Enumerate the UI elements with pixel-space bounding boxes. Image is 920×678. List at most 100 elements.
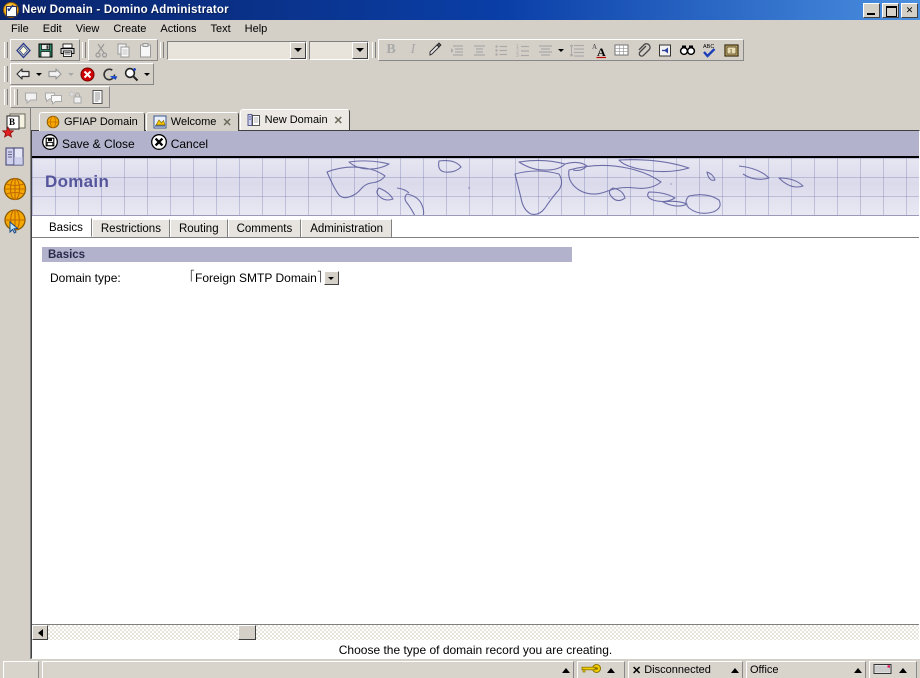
print-icon[interactable] bbox=[56, 40, 78, 60]
copy-icon[interactable] bbox=[112, 40, 134, 60]
form-banner: Domain bbox=[32, 158, 919, 216]
status-pane-key[interactable] bbox=[577, 661, 625, 678]
minimize-button[interactable] bbox=[863, 3, 880, 18]
align-icon[interactable] bbox=[534, 40, 556, 60]
back-icon[interactable] bbox=[12, 64, 34, 84]
outdent-icon[interactable] bbox=[468, 40, 490, 60]
globe-gold-icon bbox=[46, 115, 60, 129]
numbered-list-icon[interactable]: 123 bbox=[512, 40, 534, 60]
save-icon[interactable] bbox=[34, 40, 56, 60]
form-tab-comments[interactable]: Comments bbox=[228, 219, 302, 237]
text-properties-icon[interactable]: AA bbox=[588, 40, 610, 60]
table-icon[interactable] bbox=[610, 40, 632, 60]
notes-toolbar-grip[interactable] bbox=[4, 89, 8, 105]
search-dropdown-arrow[interactable] bbox=[142, 64, 152, 84]
chat-icon[interactable] bbox=[20, 87, 42, 107]
form-tab-basics[interactable]: Basics bbox=[40, 218, 92, 237]
toolbar-grip-4[interactable] bbox=[372, 42, 376, 58]
window-tab-label: Welcome bbox=[171, 116, 217, 128]
font-name-combo[interactable] bbox=[167, 41, 307, 60]
field-row-domain-type: Domain type: ⎡ Foreign SMTP Domain ⎤ bbox=[50, 271, 919, 285]
domain-select-icon[interactable] bbox=[2, 208, 28, 234]
svg-text:A: A bbox=[592, 43, 597, 51]
window-tab-close-button[interactable]: ✕ bbox=[222, 116, 231, 129]
domain-icon[interactable] bbox=[2, 176, 28, 202]
menu-item-file[interactable]: File bbox=[4, 22, 36, 36]
scroll-track[interactable] bbox=[48, 625, 919, 640]
status-pane-message[interactable] bbox=[42, 661, 574, 678]
screen-capture-icon[interactable]: 1 bbox=[720, 40, 742, 60]
font-size-combo[interactable] bbox=[309, 41, 369, 60]
menu-item-actions[interactable]: Actions bbox=[153, 22, 203, 36]
menu-item-view[interactable]: View bbox=[69, 22, 107, 36]
form-tab-restrictions[interactable]: Restrictions bbox=[92, 219, 170, 237]
discussion-icon[interactable] bbox=[42, 87, 64, 107]
domain-type-field[interactable]: ⎡ Foreign SMTP Domain ⎤ bbox=[190, 271, 339, 285]
bookmarks-icon[interactable]: B bbox=[2, 112, 28, 138]
search-icon[interactable] bbox=[120, 64, 142, 84]
maximize-button[interactable] bbox=[882, 3, 899, 18]
menu-item-edit[interactable]: Edit bbox=[36, 22, 69, 36]
forward-icon[interactable] bbox=[44, 64, 66, 84]
document-icon[interactable] bbox=[86, 87, 108, 107]
databases-icon[interactable] bbox=[2, 144, 28, 170]
save-and-close-button[interactable]: Save & Close bbox=[42, 134, 135, 153]
indent-icon[interactable] bbox=[446, 40, 468, 60]
refresh-icon[interactable] bbox=[98, 64, 120, 84]
window-tab-close-button[interactable]: ✕ bbox=[334, 114, 343, 127]
status-message-expand-arrow[interactable] bbox=[562, 668, 570, 673]
import-icon[interactable] bbox=[654, 40, 676, 60]
line-spacing-icon[interactable] bbox=[566, 40, 588, 60]
status-connection-expand-arrow[interactable] bbox=[731, 668, 739, 673]
document-blue-icon bbox=[247, 113, 261, 127]
font-name-dropdown-arrow[interactable] bbox=[290, 42, 306, 59]
scroll-left-button[interactable] bbox=[32, 625, 48, 640]
status-key-expand-arrow[interactable] bbox=[607, 668, 615, 673]
notes-inner-grip[interactable] bbox=[14, 89, 18, 105]
nav-toolbar-grip[interactable] bbox=[4, 66, 8, 82]
bullet-list-icon[interactable] bbox=[490, 40, 512, 60]
toolbar-grip[interactable] bbox=[4, 42, 8, 58]
status-location-expand-arrow[interactable] bbox=[854, 668, 862, 673]
cancel-label: Cancel bbox=[171, 137, 208, 151]
new-secure-icon[interactable] bbox=[64, 87, 86, 107]
bold-icon[interactable]: B bbox=[380, 40, 402, 60]
status-pane-empty[interactable] bbox=[3, 661, 39, 678]
spellcheck-icon[interactable]: ABC bbox=[698, 40, 720, 60]
window-tab-welcome[interactable]: Welcome ✕ bbox=[146, 112, 239, 131]
scroll-thumb[interactable] bbox=[238, 625, 256, 640]
menu-item-create[interactable]: Create bbox=[106, 22, 153, 36]
forward-dropdown-arrow[interactable] bbox=[66, 64, 76, 84]
horizontal-scrollbar[interactable] bbox=[32, 624, 919, 640]
toolbar-grip-3[interactable] bbox=[160, 42, 164, 58]
status-pane-connection[interactable]: ✕ Disconnected bbox=[628, 661, 743, 678]
toolbar-grip-2[interactable] bbox=[82, 42, 86, 58]
svg-text:1: 1 bbox=[729, 49, 732, 55]
form-tab-administration[interactable]: Administration bbox=[301, 219, 392, 237]
domain-type-dropdown-button[interactable] bbox=[324, 271, 339, 285]
menu-item-help[interactable]: Help bbox=[238, 22, 275, 36]
window-tab-gfiap-domain[interactable]: GFIAP Domain bbox=[39, 112, 145, 131]
find-icon[interactable] bbox=[676, 40, 698, 60]
status-mailbox-expand-arrow[interactable] bbox=[899, 668, 907, 673]
form-tab-routing[interactable]: Routing bbox=[170, 219, 228, 237]
italic-icon[interactable]: I bbox=[402, 40, 424, 60]
form-body: Basics Domain type: ⎡ Foreign SMTP Domai… bbox=[32, 238, 919, 624]
notes-diamond-icon[interactable] bbox=[12, 40, 34, 60]
close-button[interactable]: ✕ bbox=[901, 3, 918, 18]
highlight-icon[interactable] bbox=[424, 40, 446, 60]
back-dropdown-arrow[interactable] bbox=[34, 64, 44, 84]
font-size-dropdown-arrow[interactable] bbox=[352, 42, 368, 59]
status-pane-location[interactable]: Office bbox=[746, 661, 866, 678]
paste-icon[interactable] bbox=[134, 40, 156, 60]
cancel-button[interactable]: Cancel bbox=[151, 134, 208, 153]
field-bracket-close-icon: ⎤ bbox=[317, 273, 322, 283]
cut-icon[interactable] bbox=[90, 40, 112, 60]
menu-item-text[interactable]: Text bbox=[203, 22, 237, 36]
attachment-icon[interactable] bbox=[632, 40, 654, 60]
window-tab-new-domain[interactable]: New Domain ✕ bbox=[240, 109, 350, 130]
stop-icon[interactable] bbox=[76, 64, 98, 84]
window-tab-label: GFIAP Domain bbox=[64, 116, 138, 128]
status-pane-mailbox[interactable] bbox=[869, 661, 917, 678]
align-dropdown-arrow[interactable] bbox=[556, 40, 566, 60]
